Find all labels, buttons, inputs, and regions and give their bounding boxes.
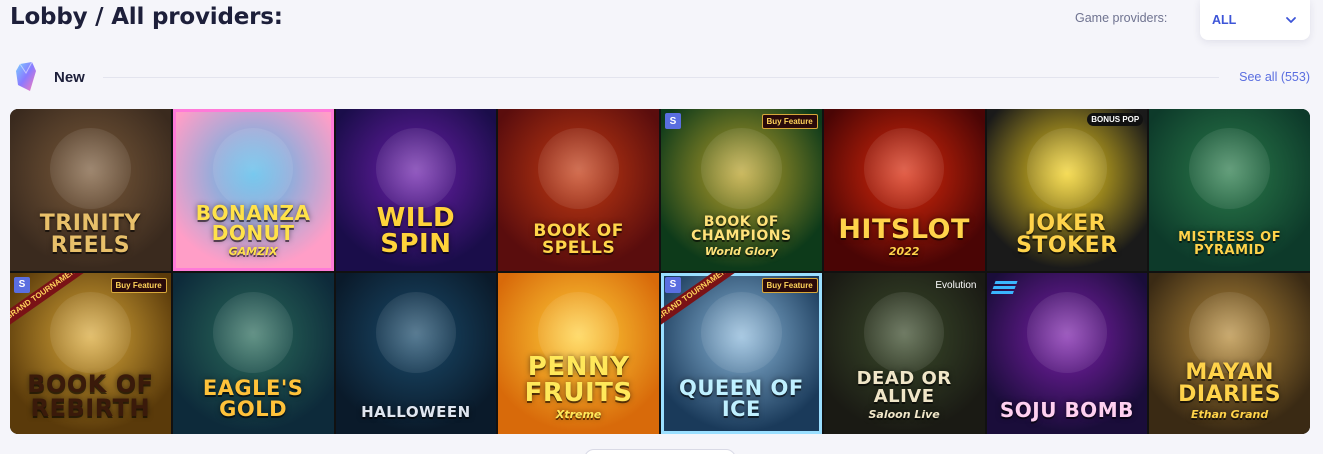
buy-feature-badge: Buy Feature [110, 277, 167, 293]
game-subtitle: Saloon Live [868, 408, 940, 421]
game-tile[interactable]: Penny Fruits Xtreme [498, 272, 659, 434]
game-tile[interactable]: Soju Bomb [986, 272, 1148, 434]
game-subtitle: 2022 [888, 244, 920, 258]
buy-feature-badge: Buy Feature [761, 114, 818, 129]
game-tile[interactable]: Bonanza Donut GAMZIX [172, 109, 334, 271]
game-subtitle: Xtreme [555, 408, 602, 421]
game-title-text: Halloween [361, 403, 471, 421]
game-subtitle: Ethan Grand [1190, 408, 1269, 421]
game-tile[interactable]: Joker Stoker BONUS POP [986, 109, 1148, 271]
new-section-header: New See all (553) [10, 58, 1310, 96]
game-title: Hitslot 2022 [832, 216, 976, 271]
game-artwork [50, 291, 131, 373]
game-title-text: Hitslot [838, 213, 970, 245]
provider-logo-icon: S [14, 276, 30, 293]
game-title: Dead or Alive Saloon Live [824, 370, 985, 434]
game-artwork [701, 291, 782, 373]
game-title: Eagle's Gold [173, 378, 334, 434]
game-title: Book of Rebirth [10, 372, 171, 434]
game-title: Penny Fruits Xtreme [498, 354, 659, 434]
game-artwork [375, 128, 457, 210]
game-artwork [1026, 128, 1108, 210]
game-artwork [212, 128, 294, 210]
game-artwork [1026, 291, 1108, 373]
chevron-down-icon [1286, 17, 1296, 23]
game-title: Book of Champions World Glory [661, 215, 822, 271]
buy-feature-badge: Buy Feature [761, 277, 818, 293]
provider-logo-icon: S [665, 276, 681, 293]
games-grid: Trinity Reels Bonanza Donut GAMZIX Wild Spi… [10, 109, 1310, 434]
game-artwork [1189, 128, 1270, 210]
game-providers-value: ALL [1212, 13, 1237, 27]
game-tile[interactable]: Hitslot 2022 [823, 109, 985, 271]
game-tile[interactable]: Eagle's Gold [172, 272, 334, 434]
game-tile[interactable]: Queen of Ice GRAND TOURNAMENT S Buy Feature [661, 272, 822, 434]
game-title: Bonanza Donut GAMZIX [173, 203, 334, 271]
game-providers-label: Game providers: [1075, 11, 1168, 25]
provider-logo-icon: S [665, 113, 681, 129]
load-more-button[interactable] [584, 449, 736, 454]
game-title: Book of Spells [498, 220, 659, 271]
game-tile[interactable]: Book of Rebirth GRAND TOURNAMENT S Buy Feat… [10, 272, 171, 434]
game-title: Queen of Ice [661, 378, 822, 434]
game-subtitle: GAMZIX [228, 244, 278, 258]
game-tile[interactable]: Wild Spin [335, 109, 497, 271]
game-providers-select[interactable]: ALL [1200, 0, 1310, 40]
game-title-text: Eagle's Gold [202, 376, 304, 421]
game-title-text: Joker Stoker [1016, 210, 1118, 258]
game-title-text: Soju Bomb [999, 398, 1134, 422]
game-tile[interactable]: Book of Spells [498, 109, 659, 271]
game-title-text: Dead or Alive [856, 368, 952, 407]
game-title: Mayan Diaries Ethan Grand [1149, 362, 1310, 434]
game-tile[interactable]: Mistress of Pyramid [1149, 109, 1310, 271]
game-artwork [538, 128, 619, 210]
game-title-text: Queen of Ice [679, 376, 804, 421]
game-tile[interactable]: Halloween [335, 272, 497, 434]
see-all-link[interactable]: See all (553) [1239, 70, 1310, 84]
game-tile[interactable]: Mayan Diaries Ethan Grand [1149, 272, 1310, 434]
page-title: Lobby / All providers: [10, 4, 283, 30]
section-title: New [54, 68, 85, 86]
game-artwork [863, 291, 945, 373]
game-title-text: Bonanza Donut [195, 200, 311, 245]
game-artwork [863, 128, 945, 210]
game-title-text: Penny Fruits [524, 352, 633, 408]
game-title: Trinity Reels [10, 210, 171, 271]
game-title: Soju Bomb [994, 400, 1140, 434]
game-artwork [212, 291, 294, 373]
game-subtitle: World Glory [704, 244, 778, 258]
game-tile[interactable]: Trinity Reels [10, 109, 171, 271]
game-title-text: Trinity Reels [39, 210, 141, 258]
evolution-logo: Evolution [935, 279, 977, 291]
game-tile[interactable]: Dead or Alive Saloon Live Evolution [823, 272, 985, 434]
game-title-text: Book of Spells [533, 220, 624, 258]
game-artwork [701, 128, 782, 210]
game-artwork [375, 291, 457, 373]
provider-stripes-icon [989, 280, 1018, 295]
game-title: Mistress of Pyramid [1149, 231, 1310, 271]
bonus-pop-badge: BONUS POP [1087, 113, 1144, 126]
game-title-text: Mayan Diaries [1178, 360, 1282, 407]
game-title-text: Wild Spin [376, 202, 456, 259]
game-title-text: Book of Champions [691, 213, 792, 244]
game-artwork [50, 128, 131, 210]
game-tile[interactable]: Book of Champions World Glory S Buy Feature [661, 109, 822, 271]
game-title-text: Mistress of Pyramid [1178, 229, 1282, 258]
game-title-text: Book of Rebirth [27, 370, 154, 422]
game-title: Halloween [355, 405, 477, 434]
section-divider [102, 76, 1220, 78]
game-title: Wild Spin [336, 205, 497, 271]
gem-icon [16, 61, 36, 91]
game-title: Joker Stoker [987, 210, 1148, 271]
